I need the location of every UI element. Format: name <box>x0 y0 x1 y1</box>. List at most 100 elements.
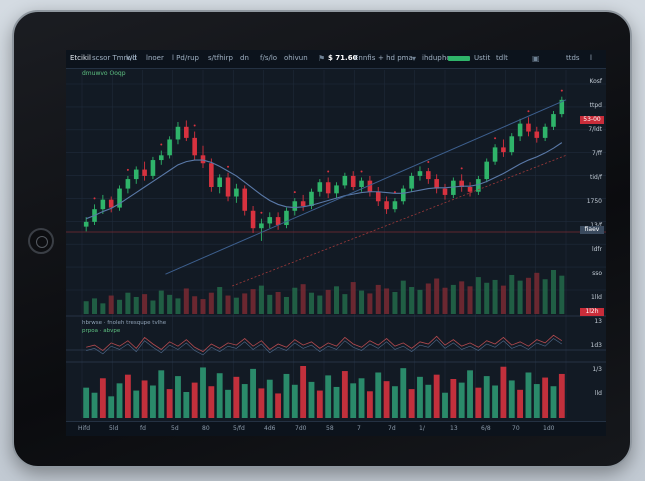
signal-dot <box>227 165 230 168</box>
volume-bar <box>484 282 490 314</box>
candle <box>551 114 556 127</box>
volume-bar <box>542 279 548 314</box>
volume-bar <box>325 289 331 314</box>
balance-bar <box>448 56 470 61</box>
volume-bar <box>217 287 223 314</box>
toolbar-item-draw[interactable]: dn <box>240 54 249 62</box>
candle <box>217 177 222 187</box>
volume-bar <box>442 287 448 314</box>
signal-dot <box>393 191 396 194</box>
price-badge: 53-00 <box>580 116 604 124</box>
volume-bar <box>183 288 189 314</box>
histogram-bar <box>350 383 357 418</box>
time-axis-label: 70 <box>512 425 520 432</box>
histogram-bar <box>124 374 131 418</box>
candle <box>167 139 172 156</box>
dropdown-icon[interactable]: ▾ <box>412 54 416 63</box>
toolbar-item-view[interactable]: ihdup <box>422 54 442 62</box>
histogram-bar <box>91 392 98 418</box>
histogram-bar <box>408 389 415 418</box>
signal-dot <box>527 110 530 113</box>
histogram-bar <box>417 376 423 418</box>
volume-bar <box>250 289 256 314</box>
histogram-bar <box>275 393 282 418</box>
candle <box>417 171 423 176</box>
histogram-bar <box>99 378 106 418</box>
candle <box>492 147 498 162</box>
histogram-bar <box>258 388 265 418</box>
toolbar-item-compare[interactable]: l Pd/rup <box>172 54 199 62</box>
histogram-bar <box>400 368 407 418</box>
candle <box>359 180 364 187</box>
candle <box>275 217 281 226</box>
histogram-bar <box>83 387 90 418</box>
price-axis-label: sso <box>592 270 602 277</box>
volume-bar <box>367 293 373 314</box>
toolbar-mini-value: l <box>590 54 592 62</box>
toolbar-item-interval[interactable]: k/lt <box>126 54 137 62</box>
candle <box>384 201 389 210</box>
price-badge: 1l2h <box>580 308 604 316</box>
volume-bar <box>158 290 164 314</box>
price-axis-label: 1d3 <box>590 342 602 349</box>
candle <box>267 217 273 224</box>
toolbar-item-layout[interactable]: f/s/lo <box>260 54 277 62</box>
price-axis-label: 1/3 <box>592 366 602 373</box>
signal-dot <box>360 170 363 173</box>
trading-screen: Etcikil scsor Tmrwd k/lt lnoer l Pd/rup … <box>66 50 606 436</box>
price-axis-label: 1750 <box>586 198 602 205</box>
flag-icon[interactable]: ⚑ <box>318 54 325 63</box>
home-button[interactable] <box>28 228 54 254</box>
volume-bar <box>192 296 198 314</box>
histogram-bar <box>500 366 507 418</box>
toolbar-item-symbol[interactable]: Etcikil <box>70 54 91 62</box>
candle <box>442 188 448 195</box>
price-axis-label: 1lld <box>591 294 602 301</box>
histogram-bar <box>316 390 323 418</box>
histogram-bar <box>133 390 140 418</box>
volume-bar <box>450 284 456 314</box>
histogram-bar <box>550 386 557 418</box>
histogram-bar <box>225 389 231 418</box>
histogram-bar <box>250 368 256 418</box>
signal-dot <box>260 211 263 214</box>
time-axis-label: 7 <box>357 425 361 432</box>
candle <box>83 221 89 227</box>
histogram-bar <box>383 381 390 418</box>
candle <box>150 160 156 176</box>
signal-dot <box>93 197 96 200</box>
toolbar-item-templates[interactable]: s/tfhirp <box>208 54 233 62</box>
time-axis-label: 5d <box>171 425 179 432</box>
time-axis-label: 1/ <box>419 425 425 432</box>
candle <box>484 161 490 180</box>
volume-bar <box>317 295 323 314</box>
candle <box>200 155 206 164</box>
save-icon[interactable]: ▣ <box>532 54 540 63</box>
volume-bar <box>467 286 473 314</box>
toolbar-item-settings[interactable]: Ennfis <box>354 54 375 62</box>
toolbar-item-tools[interactable]: tdlt <box>496 54 508 62</box>
toolbar-item-order[interactable]: + hd pma <box>378 54 413 62</box>
histogram-bar <box>116 383 123 418</box>
histogram-bar <box>291 384 298 418</box>
toolbar-item-indicators[interactable]: lnoer <box>146 54 164 62</box>
toolbar-item-extra[interactable]: ttds <box>566 54 580 62</box>
volume-bar <box>417 289 423 314</box>
moving-average-line <box>85 142 563 220</box>
histogram-bar <box>166 389 173 418</box>
candle <box>117 188 122 208</box>
volume-bar <box>300 284 306 314</box>
candle <box>542 126 548 138</box>
signal-dot <box>560 89 563 92</box>
toolbar-item-alert[interactable]: ohivun <box>284 54 308 62</box>
toolbar-item-utility[interactable]: Ustit <box>474 54 490 62</box>
candle <box>317 182 323 192</box>
candle <box>409 175 414 189</box>
histogram-bar <box>558 373 565 418</box>
histogram-bar <box>433 374 440 418</box>
price-chart[interactable] <box>66 50 606 436</box>
toolbar: Etcikil scsor Tmrwd k/lt lnoer l Pd/rup … <box>66 50 606 69</box>
oscillator-line <box>86 334 563 353</box>
time-axis: Hifd 5ld fd 5d 80 5/fd 4d6 7d0 58 7 7d 1/13 6/8 70 1d0 <box>66 421 606 436</box>
volume-bar <box>175 298 181 314</box>
